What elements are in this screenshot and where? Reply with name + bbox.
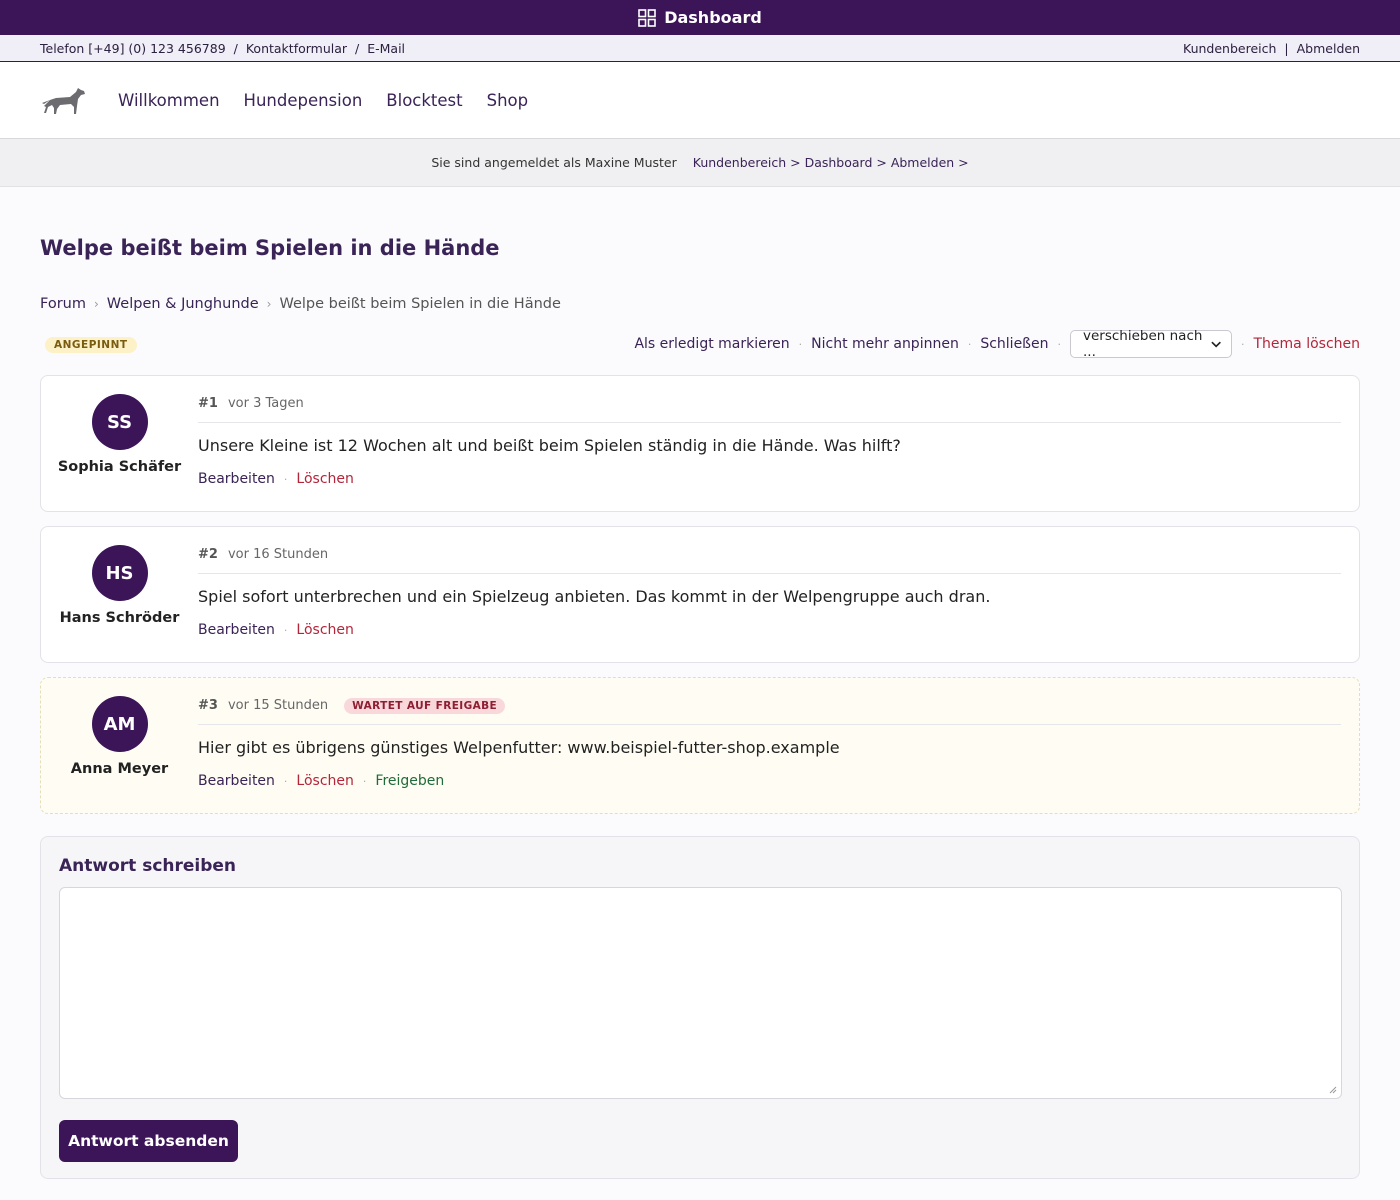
post-actions: Bearbeiten · Löschen <box>198 471 1341 487</box>
post-number: #1 <box>198 396 218 411</box>
unpin-link[interactable]: Nicht mehr anpinnen <box>811 336 959 352</box>
delete-post-link[interactable]: Löschen <box>296 622 353 638</box>
post-meta: #1 vor 3 Tagen <box>198 395 1341 423</box>
chevron-down-icon <box>1211 341 1221 348</box>
page-title: Welpe beißt beim Spielen in die Hände <box>40 236 500 260</box>
post-number: #3 <box>198 698 218 713</box>
post-meta: #3 vor 15 Stunden WARTET AUF FREIGABE <box>198 697 1341 725</box>
dot-separator: · <box>283 472 288 486</box>
account-crumbs[interactable]: Kundenbereich > Dashboard > Abmelden > <box>693 155 969 170</box>
avatar: HS <box>91 545 148 601</box>
post-text: Hier gibt es übrigens günstiges Welpenfu… <box>198 738 840 757</box>
reply-form: Antwort schreiben Antwort absenden <box>40 836 1360 1179</box>
avatar: AM <box>91 696 148 752</box>
post-text: Unsere Kleine ist 12 Wochen alt und beiß… <box>198 436 901 455</box>
thread-actions: Als erledigt markieren · Nicht mehr anpi… <box>634 328 1360 360</box>
post-time: vor 3 Tagen <box>227 396 304 411</box>
post-number: #2 <box>198 547 218 562</box>
move-select-value: verschieben nach ... <box>1082 328 1203 360</box>
delete-post-link[interactable]: Löschen <box>296 773 353 789</box>
separator: / <box>355 40 360 56</box>
breadcrumb-current: Welpe beißt beim Spielen in die Hände <box>279 296 561 312</box>
contact-left: Telefon [+49] (0) 123 456789 / Kontaktfo… <box>40 41 405 56</box>
post-time: vor 16 Stunden <box>227 547 329 562</box>
dashboard-bar[interactable]: Dashboard <box>0 0 1400 35</box>
post-body: #1 vor 3 Tagen Unsere Kleine ist 12 Woch… <box>198 395 1341 487</box>
post-author: AM Anna Meyer <box>41 696 198 777</box>
edit-post-link[interactable]: Bearbeiten <box>198 773 275 789</box>
close-thread-link[interactable]: Schließen <box>980 336 1048 352</box>
contact-form-link[interactable]: Kontaktformular <box>246 41 347 56</box>
post-meta: #2 vor 16 Stunden <box>198 546 1341 574</box>
separator: | <box>1284 40 1289 56</box>
contact-bar: Telefon [+49] (0) 123 456789 / Kontaktfo… <box>0 35 1400 62</box>
chevron-right-icon: › <box>266 297 272 311</box>
edit-post-link[interactable]: Bearbeiten <box>198 622 275 638</box>
breadcrumb-forum[interactable]: Forum <box>40 296 86 312</box>
post-body: #2 vor 16 Stunden Spiel sofort unterbrec… <box>198 546 1341 638</box>
login-status: Sie sind angemeldet als Maxine Muster <box>431 155 677 170</box>
dot-separator: · <box>798 337 803 351</box>
post-body: #3 vor 15 Stunden WARTET AUF FREIGABE Hi… <box>198 697 1341 789</box>
move-thread-select[interactable]: verschieben nach ... <box>1069 328 1232 360</box>
resize-grip-icon[interactable] <box>1329 1086 1337 1094</box>
post-author: SS Sophia Schäfer <box>41 394 198 475</box>
dot-separator: · <box>362 774 367 788</box>
separator: / <box>233 40 238 56</box>
dashboard-label[interactable]: Dashboard <box>664 8 762 27</box>
post: SS Sophia Schäfer #1 vor 3 Tagen Unsere … <box>40 375 1360 512</box>
breadcrumb-category[interactable]: Welpen & Junghunde <box>107 296 259 312</box>
dot-separator: · <box>283 774 288 788</box>
reply-title: Antwort schreiben <box>59 856 237 876</box>
dot-separator: · <box>1240 337 1245 351</box>
nav-item-blocktest[interactable]: Blocktest <box>386 91 462 110</box>
post-time: vor 15 Stunden <box>227 698 329 713</box>
dot-separator: · <box>283 623 288 637</box>
main-nav: Willkommen Hundepension Blocktest Shop <box>0 62 1400 139</box>
dot-separator: · <box>1057 337 1061 351</box>
contact-right: Kundenbereich | Abmelden <box>1183 41 1360 56</box>
author-name: Anna Meyer <box>70 761 169 777</box>
customer-area-link[interactable]: Kundenbereich <box>1183 41 1276 56</box>
post-pending: AM Anna Meyer #3 vor 15 Stunden WARTET A… <box>40 677 1360 814</box>
phone-link[interactable]: Telefon [+49] (0) 123 456789 <box>40 41 226 56</box>
mark-done-link[interactable]: Als erledigt markieren <box>634 336 789 352</box>
pinned-badge: ANGEPINNT <box>45 337 137 353</box>
grid-icon <box>638 8 657 27</box>
author-name: Hans Schröder <box>59 610 180 626</box>
chevron-right-icon: › <box>93 297 99 311</box>
pending-approval-badge: WARTET AUF FREIGABE <box>344 697 506 714</box>
reply-textarea[interactable] <box>59 887 1342 1099</box>
breadcrumb: Forum › Welpen & Junghunde › Welpe beißt… <box>40 296 561 312</box>
submit-reply-button[interactable]: Antwort absenden <box>59 1120 238 1162</box>
author-name: Sophia Schäfer <box>57 459 182 475</box>
post-author: HS Hans Schröder <box>41 545 198 626</box>
nav-item-shop[interactable]: Shop <box>487 91 529 110</box>
avatar: SS <box>91 394 148 450</box>
logout-link[interactable]: Abmelden <box>1297 41 1360 56</box>
post: HS Hans Schröder #2 vor 16 Stunden Spiel… <box>40 526 1360 663</box>
login-status-bar: Sie sind angemeldet als Maxine Muster Ku… <box>0 139 1400 187</box>
post-actions: Bearbeiten · Löschen <box>198 622 1341 638</box>
dot-separator: · <box>967 337 972 351</box>
approve-post-link[interactable]: Freigeben <box>375 773 444 789</box>
edit-post-link[interactable]: Bearbeiten <box>198 471 275 487</box>
dog-icon[interactable] <box>40 82 88 118</box>
delete-thread-link[interactable]: Thema löschen <box>1253 336 1360 352</box>
post-text: Spiel sofort unterbrechen und ein Spielz… <box>198 587 991 606</box>
delete-post-link[interactable]: Löschen <box>296 471 353 487</box>
email-link[interactable]: E-Mail <box>367 41 405 56</box>
post-actions: Bearbeiten · Löschen · Freigeben <box>198 773 1341 789</box>
nav-item-hundepension[interactable]: Hundepension <box>244 91 363 110</box>
nav-item-willkommen[interactable]: Willkommen <box>118 91 220 110</box>
